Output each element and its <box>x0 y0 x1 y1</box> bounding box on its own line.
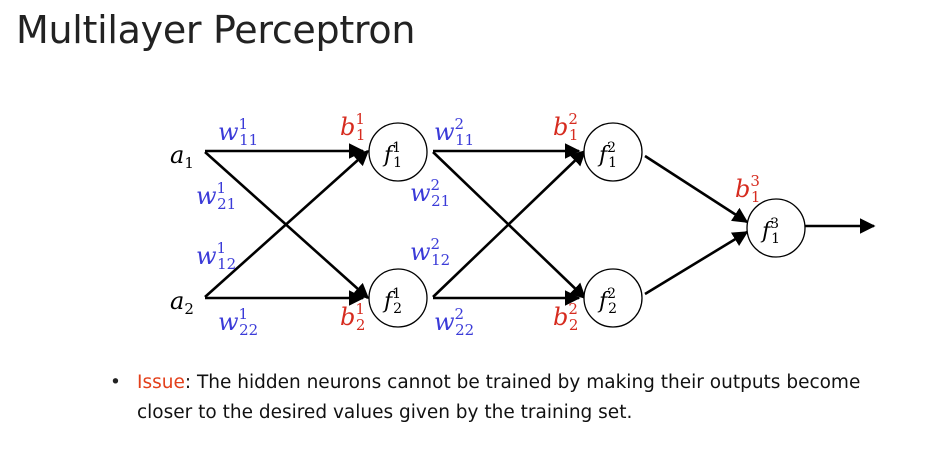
weight-w2-11: w2 11 <box>434 115 474 149</box>
weight-w1-12: w1 12 <box>196 239 236 273</box>
node-f21-label: f2 1 <box>597 140 617 171</box>
weight-w2-12: w2 12 <box>410 235 450 269</box>
bias-b1-2: b1 2 <box>340 300 365 334</box>
node-f31-label: f3 1 <box>760 216 780 247</box>
weight-w1-21: w1 21 <box>196 179 236 213</box>
issue-description: : The hidden neurons cannot be trained b… <box>137 372 861 423</box>
issue-label: Issue <box>137 372 185 393</box>
bullet-marker: • <box>110 372 121 393</box>
bullet-text: Issue: The hidden neurons cannot be trai… <box>137 368 907 428</box>
weight-w2-21: w2 21 <box>410 176 450 210</box>
input-a2-label: a2 <box>170 287 194 318</box>
edge-f21-f31 <box>644 154 749 224</box>
node-f12-label: f1 2 <box>382 286 402 317</box>
weight-w1-22: w1 22 <box>218 305 258 339</box>
bias-b2-2: b2 2 <box>553 300 578 334</box>
weight-w2-22: w2 22 <box>434 305 474 339</box>
node-f22-label: f2 2 <box>597 286 617 317</box>
edge-f22-f31 <box>644 230 749 296</box>
weight-w1-11: w1 11 <box>218 115 258 149</box>
bias-b3-1: b3 1 <box>735 172 760 206</box>
node-f11-label: f1 1 <box>382 140 402 171</box>
input-a1-label: a1 <box>170 141 194 172</box>
bias-b2-1: b2 1 <box>553 110 578 144</box>
bias-b1-1: b1 1 <box>340 110 365 144</box>
